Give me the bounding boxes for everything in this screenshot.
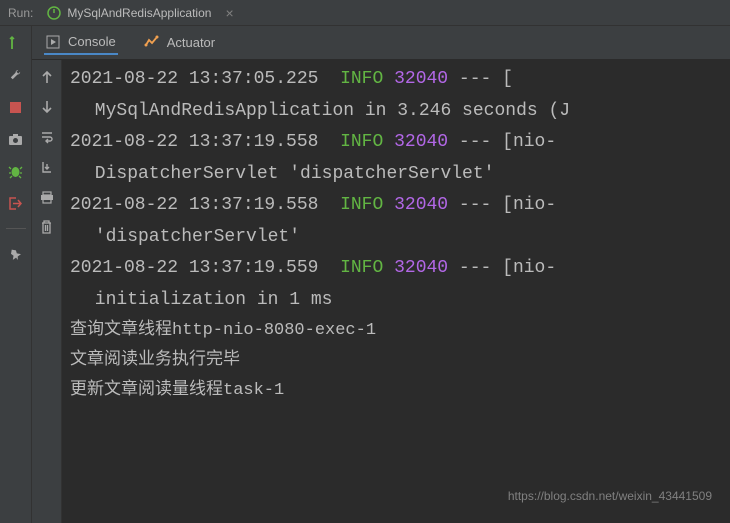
arrow-down-icon[interactable] bbox=[38, 98, 56, 116]
stop-icon[interactable] bbox=[7, 98, 25, 116]
tab-actuator-label: Actuator bbox=[167, 35, 215, 50]
tab-console-label: Console bbox=[68, 34, 116, 49]
print-icon[interactable] bbox=[38, 188, 56, 206]
pin-icon[interactable] bbox=[7, 245, 25, 263]
run-label: Run: bbox=[8, 6, 33, 20]
console-toolbar bbox=[32, 60, 62, 523]
soft-wrap-icon[interactable] bbox=[38, 128, 56, 146]
watermark: https://blog.csdn.net/weixin_43441509 bbox=[508, 489, 712, 503]
separator bbox=[6, 228, 26, 229]
trash-icon[interactable] bbox=[38, 218, 56, 236]
run-config-tab[interactable]: MySqlAndRedisApplication × bbox=[47, 5, 233, 21]
actuator-icon bbox=[144, 35, 159, 50]
play-icon bbox=[46, 35, 60, 49]
console-output[interactable]: 2021-08-22 13:37:05.225 INFO 32040 --- [… bbox=[62, 60, 730, 523]
tabs-bar: Console Actuator bbox=[32, 26, 730, 60]
spring-boot-icon bbox=[47, 6, 61, 20]
wrench-icon[interactable] bbox=[7, 66, 25, 84]
rerun-icon[interactable] bbox=[7, 34, 25, 52]
exit-icon[interactable] bbox=[7, 194, 25, 212]
scroll-end-icon[interactable] bbox=[38, 158, 56, 176]
bug-icon[interactable] bbox=[7, 162, 25, 180]
run-config-name: MySqlAndRedisApplication bbox=[67, 6, 211, 20]
tab-console[interactable]: Console bbox=[44, 30, 118, 55]
left-toolbar bbox=[0, 26, 32, 523]
close-icon[interactable]: × bbox=[225, 5, 233, 21]
camera-icon[interactable] bbox=[7, 130, 25, 148]
arrow-up-icon[interactable] bbox=[38, 68, 56, 86]
tab-actuator[interactable]: Actuator bbox=[142, 31, 217, 54]
